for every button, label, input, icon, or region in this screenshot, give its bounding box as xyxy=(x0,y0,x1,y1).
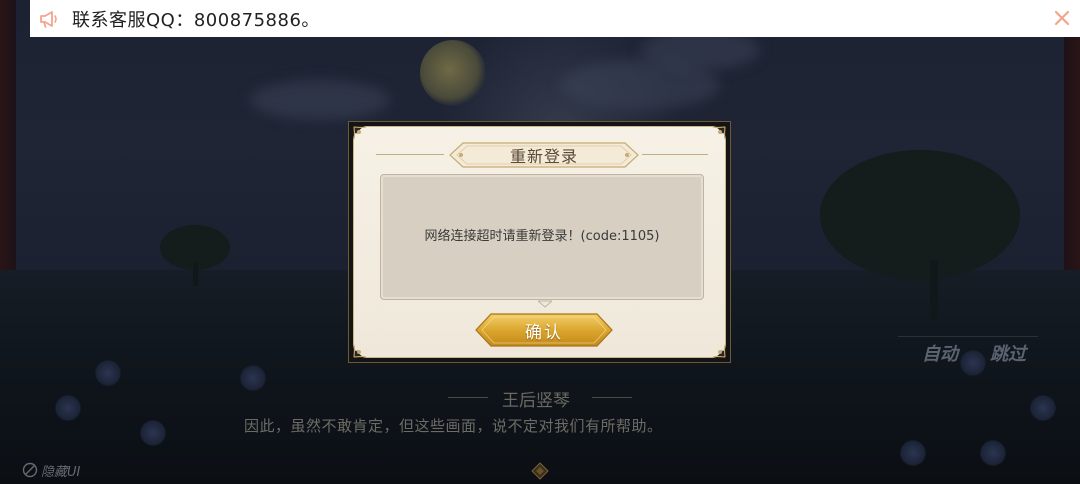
hud-divider xyxy=(898,336,1038,337)
flower xyxy=(980,440,1006,466)
confirm-button[interactable]: 确认 xyxy=(475,313,613,347)
corner-ornament xyxy=(353,126,367,140)
title-divider-right xyxy=(642,154,708,155)
dialogue-text: 因此，虽然不敢肯定，但这些画面，说不定对我们有所帮助。 xyxy=(244,417,663,435)
flower xyxy=(900,440,926,466)
dialog-title-plate: 重新登录 xyxy=(449,142,639,168)
title-divider-left xyxy=(376,154,444,155)
hide-ui-button[interactable]: 隐藏UI xyxy=(22,461,81,480)
cloud xyxy=(250,80,390,120)
auto-button[interactable]: 自动 xyxy=(922,340,958,366)
corner-ornament xyxy=(712,344,726,358)
moon xyxy=(420,40,486,106)
dialog-title: 重新登录 xyxy=(509,147,578,166)
flower xyxy=(55,395,81,421)
panel-notch-ornament xyxy=(538,300,552,308)
tree-trunk xyxy=(193,262,198,286)
flower xyxy=(140,420,166,446)
flower xyxy=(240,365,266,391)
tree-trunk xyxy=(930,260,938,320)
notice-text: 联系客服QQ：800875886。 xyxy=(72,9,320,31)
corner-ornament xyxy=(712,126,726,140)
skip-button[interactable]: 跳过 xyxy=(990,340,1026,366)
notice-bar: 联系客服QQ：800875886。 xyxy=(30,0,1080,37)
game-screen: 联系客服QQ：800875886。 重新登录 网络连接超时请重新登录！(code… xyxy=(0,0,1080,484)
confirm-label: 确认 xyxy=(525,322,563,343)
megaphone-icon xyxy=(38,8,60,30)
tree xyxy=(820,150,1020,280)
close-icon[interactable] xyxy=(1052,8,1072,28)
flower xyxy=(95,360,121,386)
continue-indicator-icon xyxy=(531,462,549,480)
hide-icon xyxy=(22,462,38,478)
dialog-message: 网络连接超时请重新登录！(code:1105) xyxy=(424,228,660,244)
message-panel: 网络连接超时请重新登录！(code:1105) xyxy=(380,174,704,300)
flower xyxy=(1030,395,1056,421)
speaker-dash-left xyxy=(448,397,488,398)
corner-ornament xyxy=(353,344,367,358)
speaker-dash-right xyxy=(592,397,632,398)
speaker-name: 王后竖琴 xyxy=(502,391,570,411)
flower xyxy=(960,350,986,376)
hide-ui-label: 隐藏UI xyxy=(41,464,81,480)
relogin-dialog: 重新登录 网络连接超时请重新登录！(code:1105) 确认 xyxy=(348,121,731,363)
dialog-body: 重新登录 网络连接超时请重新登录！(code:1105) 确认 xyxy=(353,126,726,358)
